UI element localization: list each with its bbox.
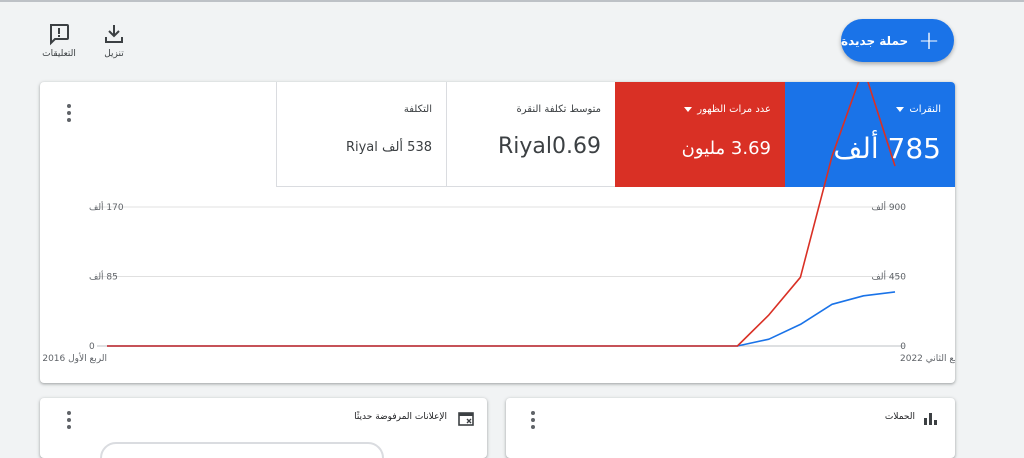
x-tick-label-end: الربع الثاني 2022 bbox=[900, 354, 955, 364]
campaigns-card: الحملات bbox=[506, 398, 955, 458]
new-campaign-label: حملة جديدة bbox=[841, 33, 909, 48]
plus-icon: + bbox=[918, 25, 940, 56]
campaigns-title: الحملات bbox=[884, 412, 915, 422]
y-right-tick-label: 0 bbox=[900, 342, 906, 352]
campaigns-more-icon[interactable] bbox=[523, 410, 543, 430]
feedback-button[interactable]: التعليقات bbox=[29, 22, 89, 59]
top-border bbox=[0, 0, 1024, 2]
series-line-clicks bbox=[107, 291, 896, 347]
y-left-tick-label: 85 ألف bbox=[89, 271, 118, 283]
feedback-label: التعليقات bbox=[42, 49, 76, 59]
y-left-tick-label: 0 bbox=[89, 342, 95, 352]
feedback-icon bbox=[50, 24, 69, 46]
y-right-tick-label: 900 ألف bbox=[871, 201, 906, 213]
bar-chart-icon bbox=[924, 413, 937, 425]
download-icon bbox=[105, 25, 123, 43]
y-right-tick-label: 450 ألف bbox=[871, 271, 906, 283]
disapproved-ads-more-icon[interactable] bbox=[59, 410, 79, 430]
y-left-tick-label: 170 ألف bbox=[89, 201, 124, 213]
disapproved-ads-title: الإعلانات المرفوضة حديثًا bbox=[354, 412, 447, 422]
download-label: تنزيل bbox=[104, 49, 124, 59]
x-tick-label-start: الربع الأول 2016 bbox=[42, 352, 107, 364]
overview-card: النقرات 785 ألف عدد مرات الظهور 3.69 ملي… bbox=[40, 82, 955, 383]
series-line-impressions bbox=[107, 82, 896, 347]
disapproved-ads-icon bbox=[458, 412, 474, 426]
disapproved-ads-content bbox=[100, 442, 384, 458]
new-campaign-button[interactable]: + حملة جديدة bbox=[841, 19, 954, 62]
performance-chart: 0 0 85 ألف 450 ألف 170 ألف 900 ألف الربع الأول… bbox=[42, 82, 955, 364]
disapproved-ads-card: الإعلانات المرفوضة حديثًا bbox=[40, 398, 487, 458]
download-button[interactable]: تنزيل bbox=[84, 22, 144, 59]
